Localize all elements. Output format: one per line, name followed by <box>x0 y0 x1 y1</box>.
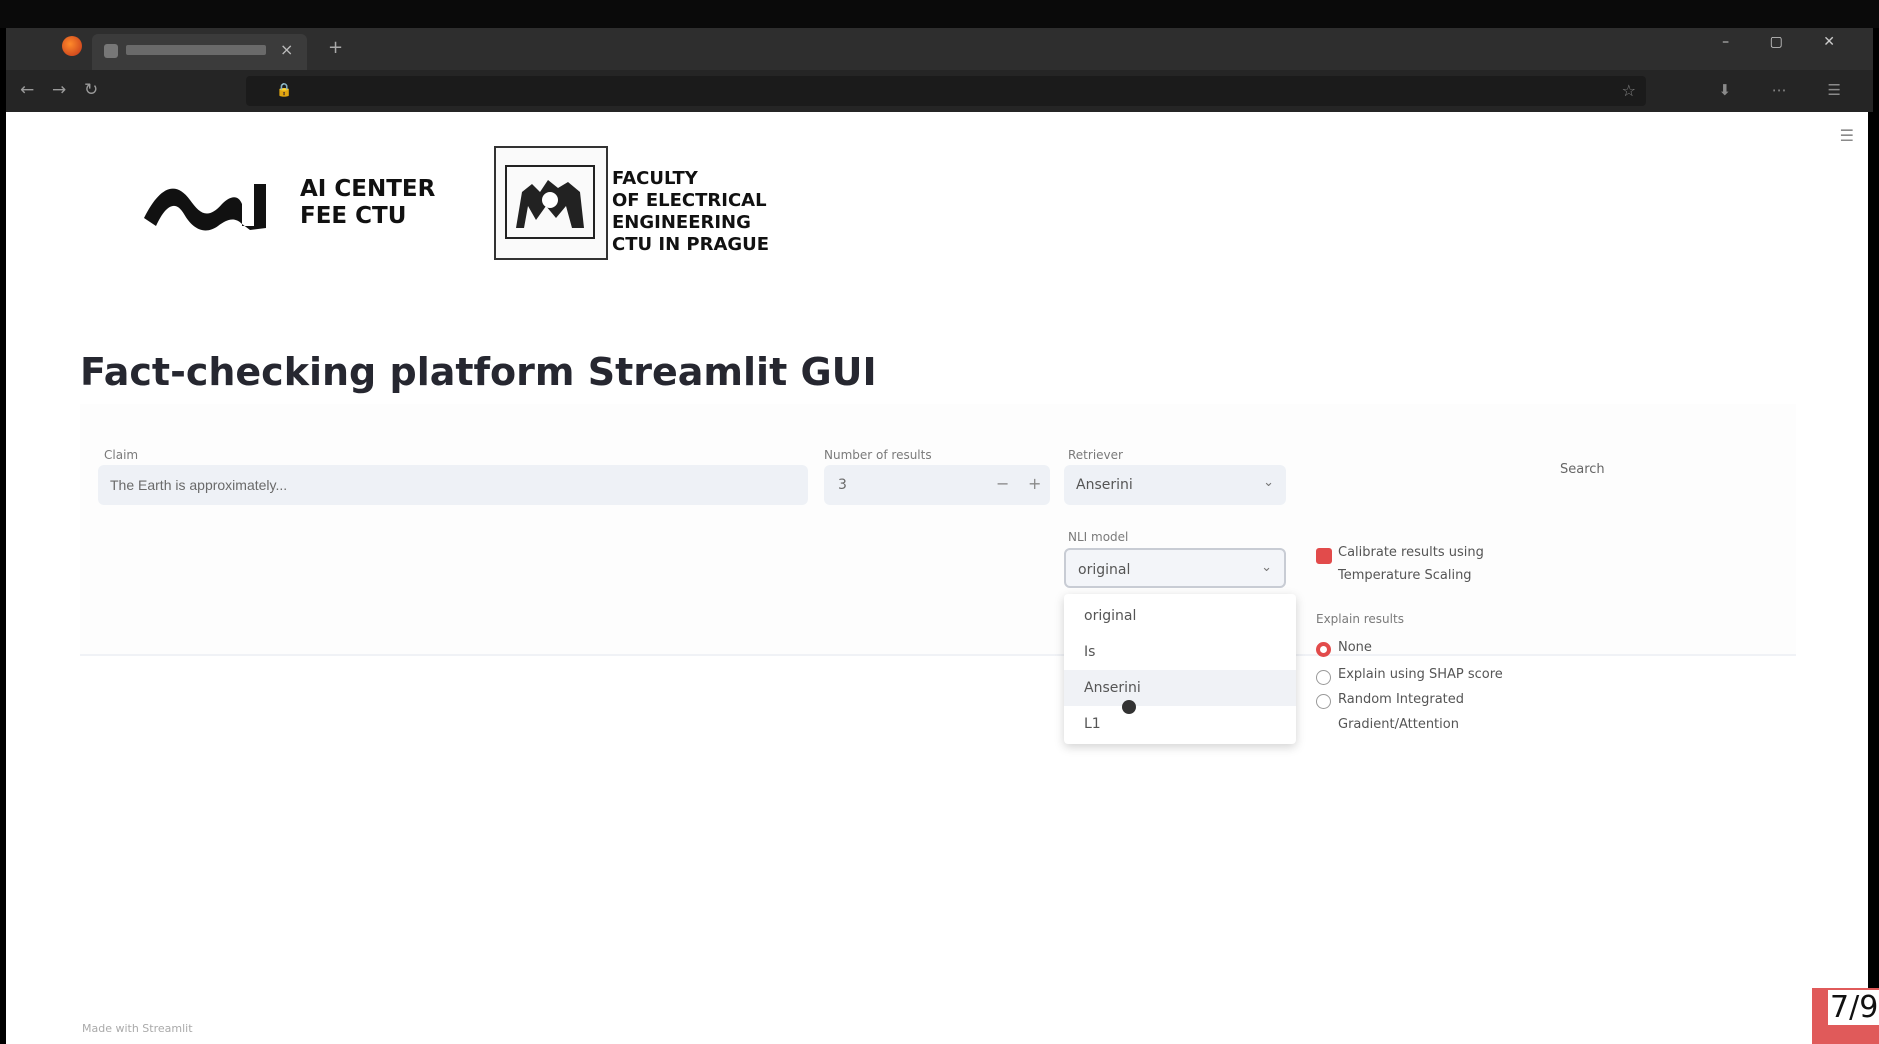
search-button[interactable]: Search <box>1560 462 1605 477</box>
faculty-line: OF ELECTRICAL <box>612 190 767 211</box>
dropdown-option[interactable]: L1 <box>1064 706 1296 742</box>
ai-center-line: AI CENTER <box>300 176 436 202</box>
lion-emblem-icon <box>505 165 595 239</box>
slide-counter: 7/9 <box>1828 990 1879 1025</box>
num-results-stepper[interactable]: 3 − + <box>824 465 1050 505</box>
top-bar <box>0 0 1879 28</box>
back-icon[interactable]: ← <box>20 80 34 100</box>
explain-option-label: Gradient/Attention <box>1338 717 1459 732</box>
explain-label: Explain results <box>1316 612 1404 626</box>
calibrate-label-line1: Calibrate results using <box>1338 545 1484 560</box>
browser-nav-bar: ← → ↻ 🔒 ☆ ⬇ ⋯ ☰ <box>6 70 1873 112</box>
option-label: Is <box>1084 644 1096 660</box>
faculty-line: ENGINEERING <box>612 212 751 233</box>
tab-favicon-icon <box>104 44 118 58</box>
reload-icon[interactable]: ↻ <box>84 80 98 100</box>
num-results-label: Number of results <box>824 448 932 462</box>
option-label: original <box>1084 608 1137 624</box>
explain-radio-shap[interactable] <box>1316 670 1331 685</box>
chevron-down-icon: ⌄ <box>1261 560 1272 575</box>
chevron-down-icon: ⌄ <box>1263 475 1274 490</box>
retriever-select[interactable]: Anserini ⌄ <box>1064 465 1286 505</box>
faculty-emblem <box>494 146 608 260</box>
claim-input[interactable] <box>98 465 808 505</box>
footer-note: Made with Streamlit <box>82 1022 193 1035</box>
form-panel <box>80 404 1796 656</box>
dropdown-option[interactable]: original <box>1064 598 1296 634</box>
page-title: Fact-checking platform Streamlit GUI <box>80 350 877 394</box>
faculty-text: FACULTY OF ELECTRICAL ENGINEERING CTU IN… <box>612 168 769 256</box>
retriever-value: Anserini <box>1076 477 1133 493</box>
window-controls[interactable]: – ▢ ✕ <box>1722 34 1853 50</box>
faculty-line: FACULTY <box>612 168 698 189</box>
lock-icon: 🔒 <box>276 83 293 98</box>
nli-value: original <box>1078 562 1131 578</box>
nli-label: NLI model <box>1068 530 1129 544</box>
ai-center-line: FEE CTU <box>300 203 407 229</box>
decrement-button[interactable]: − <box>996 474 1009 493</box>
app-menu-icon[interactable]: ☰ <box>1840 126 1854 145</box>
toolbar-icons[interactable]: ⬇ ⋯ ☰ <box>1718 81 1859 99</box>
explain-option-label: None <box>1338 640 1372 655</box>
nli-select[interactable]: original ⌄ <box>1064 548 1286 588</box>
increment-button[interactable]: + <box>1028 474 1041 493</box>
bookmark-star-icon[interactable]: ☆ <box>1622 81 1636 100</box>
dropdown-option[interactable]: Is <box>1064 634 1296 670</box>
explain-option-label: Random Integrated <box>1338 692 1465 707</box>
calibrate-label-line2: Temperature Scaling <box>1338 568 1472 583</box>
new-tab-icon[interactable]: + <box>328 37 343 58</box>
faculty-line: CTU IN PRAGUE <box>612 234 770 255</box>
option-label: Anserini <box>1084 680 1141 696</box>
nli-dropdown-menu: original Is Anserini L1 <box>1064 594 1296 744</box>
url-bar[interactable]: 🔒 ☆ <box>246 76 1646 106</box>
option-label: L1 <box>1084 716 1101 732</box>
dropdown-option-highlighted[interactable]: Anserini <box>1064 670 1296 706</box>
num-results-value[interactable]: 3 <box>838 477 847 493</box>
ai-center-logo <box>144 184 266 231</box>
explain-radio-integrated[interactable] <box>1316 694 1331 709</box>
retriever-label: Retriever <box>1068 448 1123 462</box>
explain-radio-none[interactable] <box>1316 642 1331 657</box>
explain-option-label: Explain using SHAP score <box>1338 667 1503 682</box>
browser-logo-icon <box>62 36 82 56</box>
tab-close-icon[interactable]: × <box>280 40 293 59</box>
ai-center-text: AI CENTER FEE CTU <box>300 176 435 230</box>
claim-label: Claim <box>104 448 139 462</box>
mouse-cursor <box>1122 700 1136 714</box>
calibrate-checkbox[interactable] <box>1316 548 1332 564</box>
forward-icon[interactable]: → <box>52 80 66 100</box>
browser-tab[interactable]: × <box>92 34 307 70</box>
browser-tab-bar: × + – ▢ ✕ <box>6 28 1873 70</box>
tab-title <box>126 45 266 55</box>
